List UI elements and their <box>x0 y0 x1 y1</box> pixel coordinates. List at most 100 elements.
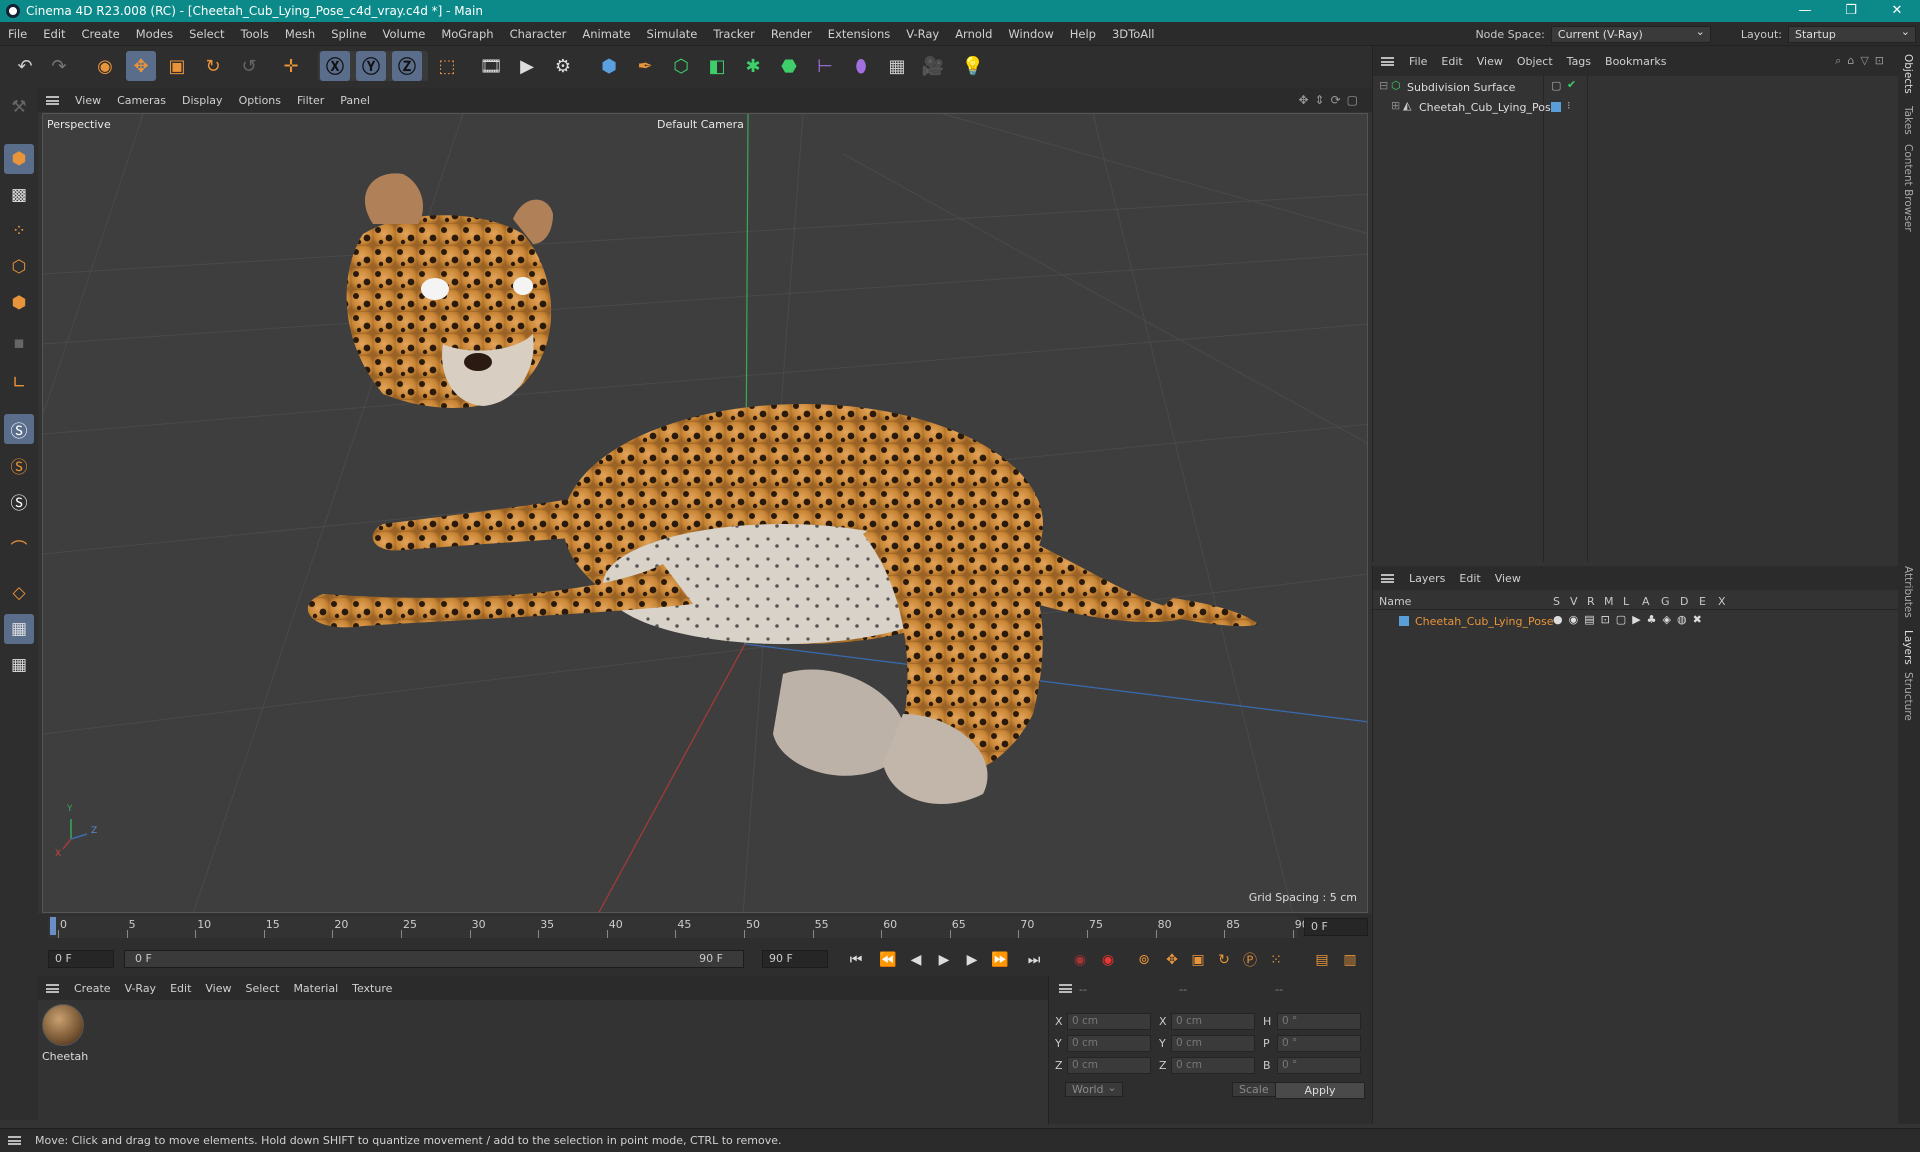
close-button[interactable]: ✕ <box>1874 0 1920 22</box>
render-picture-viewer-icon[interactable]: ▶ <box>512 51 542 81</box>
menu-create[interactable]: Create <box>74 27 128 41</box>
edges-mode-icon[interactable]: ⬡ <box>4 252 34 282</box>
material-menu-select[interactable]: Select <box>239 982 287 995</box>
end-frame-field[interactable]: 90 F <box>762 950 828 968</box>
snap-auto-icon[interactable]: Ⓢ <box>4 486 34 516</box>
menu-3dtoall[interactable]: 3DToAll <box>1104 27 1163 41</box>
enabled-check-icon[interactable]: ✔ <box>1567 78 1576 91</box>
menu-select[interactable]: Select <box>181 27 232 41</box>
axis-mode-icon[interactable]: ∟ <box>4 368 34 398</box>
grid-workplane-icon[interactable]: ▦ <box>4 614 34 644</box>
locked-workplane-icon[interactable]: ▦ <box>4 650 34 680</box>
z-axis-lock-icon[interactable]: Ⓩ <box>392 51 422 81</box>
recent-tool-icon[interactable]: ↺ <box>234 51 264 81</box>
cube-primitive-icon[interactable]: ⬢ <box>594 51 624 81</box>
subdivision-surface-icon[interactable]: ⬡ <box>666 51 696 81</box>
key-rotation-icon[interactable]: ↻ <box>1212 948 1236 972</box>
visibility-dots-icon[interactable]: ▢ <box>1551 79 1561 92</box>
key-parameter-icon[interactable]: Ⓟ <box>1238 948 1262 972</box>
status-menu-icon[interactable] <box>8 1136 21 1145</box>
x-axis-lock-icon[interactable]: Ⓧ <box>320 51 350 81</box>
coord-space-dropdown[interactable]: World <box>1065 1082 1123 1097</box>
coord-pos-y-field[interactable]: 0 cm <box>1067 1035 1151 1052</box>
menu-mesh[interactable]: Mesh <box>277 27 323 41</box>
snap-icon[interactable]: Ⓢ <box>4 414 34 444</box>
fcurve-icon[interactable]: ▥ <box>1338 948 1362 972</box>
key-position-icon[interactable]: ✥ <box>1160 948 1184 972</box>
volume-icon[interactable]: ⬮ <box>846 51 876 81</box>
object-menu-icon[interactable] <box>1381 56 1394 66</box>
material-menu-create[interactable]: Create <box>67 982 118 995</box>
coordinate-system-icon[interactable]: ⬚ <box>432 51 462 81</box>
next-frame-icon[interactable]: ▶ <box>960 948 984 972</box>
layer-color-icon[interactable] <box>1551 102 1561 112</box>
layer-color-icon[interactable] <box>1399 616 1409 626</box>
coord-size-x-field[interactable]: 0 cm <box>1171 1013 1255 1030</box>
viewport-menu-filter[interactable]: Filter <box>289 94 332 107</box>
menu-help[interactable]: Help <box>1062 27 1104 41</box>
tab-attributes[interactable]: Attributes <box>1902 566 1914 618</box>
menu-mograph[interactable]: MoGraph <box>433 27 501 41</box>
mograph-cloner-icon[interactable]: ✱ <box>738 51 768 81</box>
move-tool-icon[interactable]: ✥ <box>126 51 156 81</box>
light-icon[interactable]: 💡 <box>958 51 988 81</box>
tab-layers[interactable]: Layers <box>1902 630 1914 665</box>
expand-icon[interactable]: ⊞ <box>1391 99 1400 112</box>
material-menu-edit[interactable]: Edit <box>163 982 198 995</box>
viewport-menu-display[interactable]: Display <box>174 94 231 107</box>
field-icon[interactable]: ⊢ <box>810 51 840 81</box>
coord-rot-h-field[interactable]: 0 ° <box>1277 1013 1361 1030</box>
apply-button[interactable]: Apply <box>1275 1082 1365 1099</box>
menu-tracker[interactable]: Tracker <box>705 27 763 41</box>
object-menu-bookmarks[interactable]: Bookmarks <box>1598 55 1673 68</box>
menu-extensions[interactable]: Extensions <box>820 27 898 41</box>
autokey-icon[interactable]: ◉ <box>1096 948 1120 972</box>
uv-mode-icon[interactable]: ▪ <box>4 328 34 358</box>
menu-render[interactable]: Render <box>763 27 820 41</box>
viewport-nav-icons[interactable]: ✥⇕⟳▢ <box>1298 93 1364 107</box>
texture-mode-icon[interactable]: ▩ <box>4 180 34 210</box>
object-menu-tags[interactable]: Tags <box>1560 55 1598 68</box>
menu-tools[interactable]: Tools <box>233 27 277 41</box>
floor-icon[interactable]: ▦ <box>882 51 912 81</box>
go-to-start-icon[interactable]: ⏮ <box>844 948 868 972</box>
material-swatch-cheetah[interactable]: Cheetah <box>42 1004 88 1066</box>
rotate-tool-icon[interactable]: ↻ <box>198 51 228 81</box>
layer-menu-icon[interactable] <box>1381 573 1394 583</box>
previous-key-icon[interactable]: ⏪ <box>876 948 900 972</box>
material-menu-icon[interactable] <box>46 983 59 993</box>
menu-edit[interactable]: Edit <box>35 27 73 41</box>
maximize-button[interactable]: ❐ <box>1828 0 1874 22</box>
play-icon[interactable]: ▶ <box>932 948 956 972</box>
timeline-playhead[interactable] <box>50 917 56 935</box>
record-keys-icon[interactable]: ◉ <box>1068 948 1092 972</box>
render-view-icon[interactable]: 🎞 <box>476 51 506 81</box>
workplane-icon[interactable]: ◇ <box>4 578 34 608</box>
menu-volume[interactable]: Volume <box>375 27 434 41</box>
object-menu-view[interactable]: View <box>1470 55 1510 68</box>
timeline-ruler[interactable]: 0 5 10 15 20 25 30 35 40 45 50 55 60 65 70 75 80 85 90 0 F <box>38 914 1372 942</box>
menu-arnold[interactable]: Arnold <box>947 27 1000 41</box>
start-frame-field[interactable]: 0 F <box>48 950 114 968</box>
snap-settings-icon[interactable]: Ⓢ <box>4 450 34 480</box>
coord-pos-z-field[interactable]: 0 cm <box>1067 1057 1151 1074</box>
undo-icon[interactable]: ↶ <box>10 51 40 81</box>
frame-range-slider[interactable]: 0 F 90 F <box>124 950 744 968</box>
coord-pos-x-field[interactable]: 0 cm <box>1067 1013 1151 1030</box>
viewport-camera-name[interactable]: Default Camera <box>657 118 744 131</box>
menu-file[interactable]: File <box>0 27 35 41</box>
object-menu-edit[interactable]: Edit <box>1434 55 1469 68</box>
polygons-mode-icon[interactable]: ⬢ <box>4 288 34 318</box>
object-manager-tool-icons[interactable]: ⌕⌂▽⊡ <box>1835 54 1890 68</box>
menu-character[interactable]: Character <box>502 27 575 41</box>
layer-row[interactable]: Cheetah_Cub_Lying_Pose ●◉▤⊡▢▶♣◈◍✖ <box>1373 612 1899 630</box>
menu-vray[interactable]: V-Ray <box>898 27 947 41</box>
key-scale-icon[interactable]: ▣ <box>1186 948 1210 972</box>
coord-menu-icon[interactable] <box>1059 984 1072 993</box>
magnet-icon[interactable]: ⌒ <box>4 532 34 562</box>
keyframe-selection-icon[interactable]: ⊚ <box>1132 948 1156 972</box>
timeline-window-icon[interactable]: ▤ <box>1310 948 1334 972</box>
minimize-button[interactable]: — <box>1782 0 1828 22</box>
layer-menu-layers[interactable]: Layers <box>1402 572 1452 585</box>
coord-rot-b-field[interactable]: 0 ° <box>1277 1057 1361 1074</box>
